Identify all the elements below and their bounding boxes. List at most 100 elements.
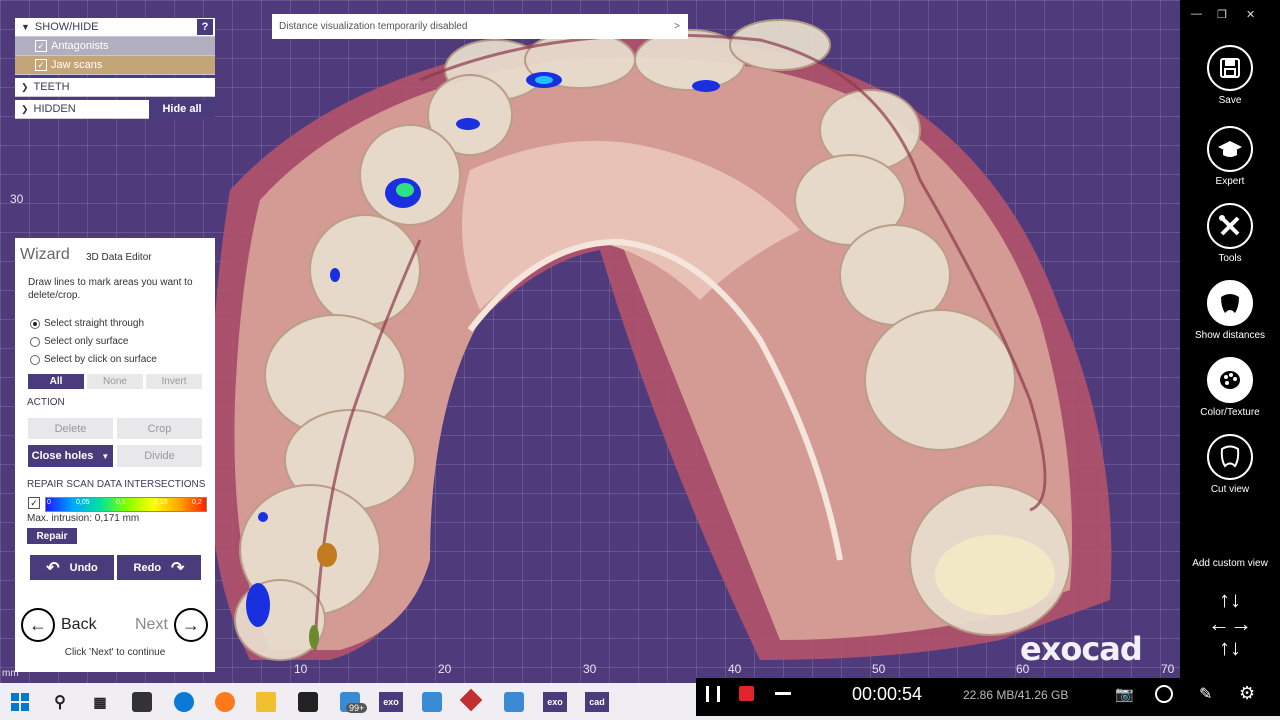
axis-label-x: 20 [438,662,452,676]
divide-button[interactable]: Divide [117,445,202,467]
teeth-group[interactable]: ❯ TEETH [15,78,215,97]
windows-start-icon[interactable] [10,692,30,712]
close-holes-dropdown[interactable]: Close holes ▼ [28,445,113,467]
camera-icon[interactable]: 📷 [1115,685,1134,703]
search-icon[interactable]: ⚲ [50,692,70,712]
exo-app-icon[interactable]: exo [379,692,403,712]
exocad-app-icon[interactable]: cad [585,692,609,712]
add-custom-view-button[interactable]: Add custom view [1180,558,1280,569]
antagonists-label: Antagonists [51,40,109,52]
radio-icon[interactable] [30,354,40,365]
redo-button[interactable]: Redo ↷ [117,555,201,580]
back-button[interactable]: ← Back [21,608,97,642]
jaw-scans-label: Jaw scans [51,59,103,71]
teeth-label: TEETH [33,81,70,93]
close-holes-label: Close holes [31,450,94,462]
right-toolbar: — ❐ ✕ Save Expert Tools Show distances C… [1180,0,1280,683]
undo-button[interactable]: ↶ Undo [30,555,114,580]
axis-label-x: 10 [294,662,308,676]
cut-view-button[interactable]: Cut view [1180,434,1280,495]
tooth-distance-icon [1207,280,1253,326]
tools-label: Tools [1218,253,1242,264]
view-arrows-icon[interactable]: ↑↓ ←→ ↑↓ [1204,588,1256,663]
expert-button[interactable]: Expert [1180,126,1280,187]
cut-view-icon [1207,434,1253,480]
settings-icon[interactable]: ⚙ [1239,683,1255,704]
wizard-subtitle: 3D Data Editor [86,252,152,263]
radio-label: Select by click on surface [44,354,157,365]
radio-icon[interactable] [30,336,40,347]
restore-icon[interactable]: ❐ [1217,8,1227,21]
colorbar-tick: 0,2 [192,499,202,506]
radio-label: Select straight through [44,318,145,329]
tools-button[interactable]: Tools [1180,203,1280,264]
crop-button[interactable]: Crop [117,418,202,439]
file-explorer-icon[interactable] [256,692,276,712]
edit-icon[interactable]: ✎ [1199,684,1212,704]
radio-icon[interactable] [30,318,40,329]
axis-label-y: 30 [10,192,24,206]
checkbox-icon[interactable]: ✓ [35,40,47,52]
exo-app-icon[interactable]: exo [543,692,567,712]
redo-label: Redo [133,561,162,574]
timer-icon[interactable] [1155,685,1173,703]
invert-button[interactable]: Invert [146,374,202,389]
radio-select-straight[interactable]: Select straight through [30,318,144,329]
app-icon[interactable] [298,692,318,712]
undo-icon: ↶ [46,559,60,577]
repair-button[interactable]: Repair [27,528,77,544]
graduation-cap-icon [1207,126,1253,172]
next-label: Next [135,616,168,633]
distance-banner[interactable]: Distance visualization temporarily disab… [272,14,688,39]
banner-chevron-icon[interactable]: > [674,21,680,32]
record-icon[interactable] [739,686,754,701]
save-label: Save [1218,95,1242,106]
radio-label: Select only surface [44,336,129,347]
minimize-icon[interactable]: — [1191,8,1202,20]
action-section-label: ACTION [27,397,65,408]
firefox-icon[interactable] [215,692,235,712]
delete-button[interactable]: Delete [28,418,113,439]
wizard-title: Wizard [20,246,70,263]
axis-label-x: 70 [1161,662,1175,676]
hidden-label: HIDDEN [33,103,76,115]
undo-label: Undo [69,561,98,574]
radio-select-surface[interactable]: Select only surface [30,336,129,347]
repair-section-label: REPAIR SCAN DATA INTERSECTIONS [27,479,206,490]
select-none-button[interactable]: None [87,374,143,389]
task-view-icon[interactable]: ▦ [90,692,110,712]
next-button[interactable]: Next → [135,608,208,642]
color-texture-button[interactable]: Color/Texture [1180,357,1280,418]
colorbar-tick: 0,15 [154,499,168,506]
app-icon[interactable] [504,692,524,712]
exocad-logo: exocad [1020,630,1143,668]
select-all-button[interactable]: All [28,374,84,389]
store-icon[interactable] [132,692,152,712]
edge-icon[interactable] [174,692,194,712]
pause-icon[interactable] [706,686,720,702]
hidden-group[interactable]: ❯ HIDDEN Hide all [15,99,215,119]
save-button[interactable]: Save [1180,45,1280,106]
axis-label-x: 50 [872,662,886,676]
colorbar-tick: 0,05 [76,499,90,506]
radio-select-click[interactable]: Select by click on surface [30,354,157,365]
minimize-recorder-icon[interactable] [775,692,791,695]
checkbox-icon[interactable]: ✓ [35,59,47,71]
close-icon[interactable]: ✕ [1246,8,1255,21]
antagonists-toggle[interactable]: ✓ Antagonists [15,37,215,56]
jaw-scans-toggle[interactable]: ✓ Jaw scans [15,56,215,75]
hide-all-button[interactable]: Hide all [149,99,215,119]
help-button[interactable]: ? [197,19,213,35]
chevron-right-icon: ❯ [21,81,29,92]
colorbar-tick: 0,1 [116,499,126,506]
wizard-panel: Wizard 3D Data Editor Draw lines to mark… [15,238,215,672]
palette-icon [1207,357,1253,403]
colorbar-checkbox[interactable]: ✓ [28,497,40,509]
distance-banner-text: Distance visualization temporarily disab… [279,21,468,32]
show-distances-button[interactable]: Show distances [1180,280,1280,341]
show-hide-header[interactable]: ▼ SHOW/HIDE ? [15,18,215,37]
document-icon[interactable] [422,692,442,712]
recording-storage: 22.86 MB/41.26 GB [963,688,1069,702]
color-texture-label: Color/Texture [1200,407,1260,418]
chevron-down-icon: ▼ [101,451,110,461]
